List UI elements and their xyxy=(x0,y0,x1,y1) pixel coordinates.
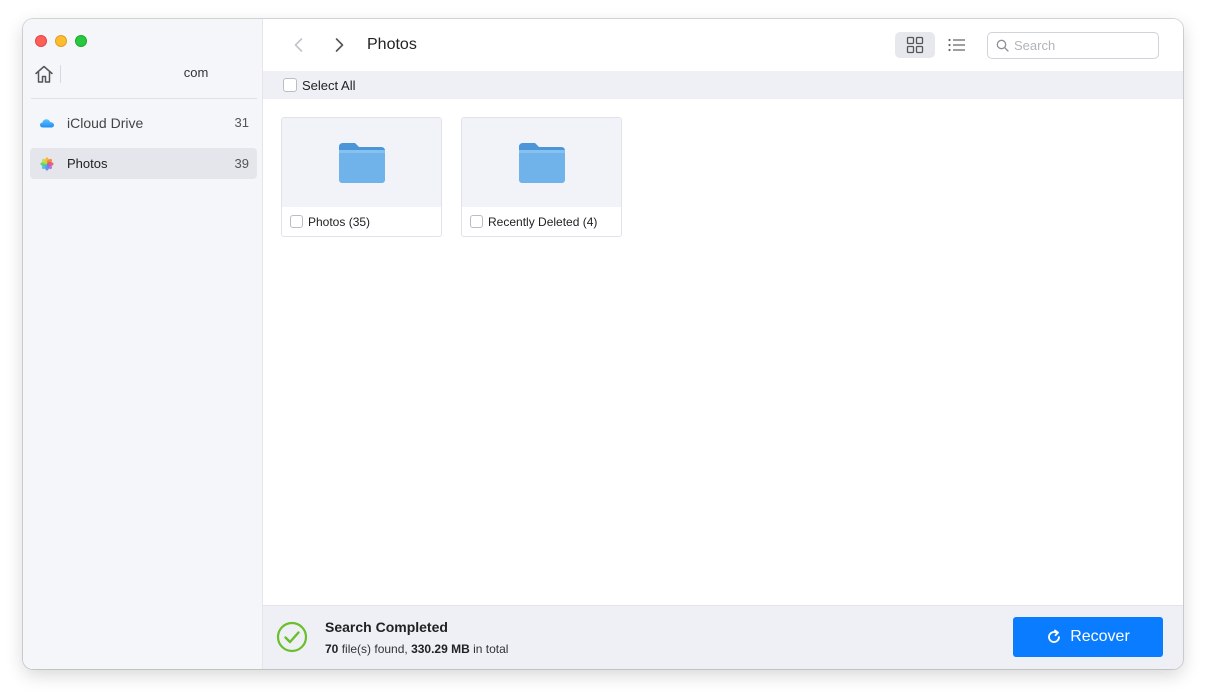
back-chevron-icon[interactable] xyxy=(289,35,309,55)
zoom-button[interactable] xyxy=(75,35,87,47)
sidebar-item-count: 39 xyxy=(234,156,249,171)
minimize-button[interactable] xyxy=(55,35,67,47)
search-box[interactable] xyxy=(987,32,1159,59)
main-panel: Photos Search Select All Photos (35) Rec… xyxy=(263,19,1183,669)
device-row: com xyxy=(23,61,263,97)
status-title: Search Completed xyxy=(325,619,448,635)
folder-card-recently-deleted[interactable]: Recently Deleted (4) xyxy=(461,117,622,237)
status-bar: Search Completed 70 file(s) found, 330.2… xyxy=(263,605,1183,669)
folder-card-photos[interactable]: Photos (35) xyxy=(281,117,442,237)
select-all-checkbox[interactable] xyxy=(283,78,297,92)
folder-checkbox[interactable] xyxy=(290,215,303,228)
files-found-text: file(s) found, xyxy=(338,642,412,656)
window-controls xyxy=(35,35,87,47)
select-bar: Select All xyxy=(263,71,1183,99)
folder-thumbnail xyxy=(462,118,621,207)
folder-icon xyxy=(518,142,565,183)
icloud-icon xyxy=(39,115,55,131)
in-total-text: in total xyxy=(469,642,509,656)
grid-view-button[interactable] xyxy=(895,32,935,58)
sidebar-item-icloud-drive[interactable]: iCloud Drive 31 xyxy=(30,107,257,138)
sidebar-item-label: Photos xyxy=(67,156,108,171)
folder-caption: Recently Deleted (4) xyxy=(462,207,621,236)
check-circle-icon xyxy=(276,621,308,653)
recover-button[interactable]: Recover xyxy=(1013,617,1163,657)
sidebar-item-count: 31 xyxy=(234,115,249,130)
folder-name: Photos (35) xyxy=(308,214,371,229)
folder-icon xyxy=(338,142,385,183)
folder-thumbnail xyxy=(282,118,441,207)
folder-caption: Photos (35) xyxy=(282,207,441,236)
close-button[interactable] xyxy=(35,35,47,47)
app-window: com iCloud Drive 31 Photos 39 Photos Sea… xyxy=(23,19,1183,669)
sidebar: com iCloud Drive 31 Photos 39 xyxy=(23,19,263,669)
folder-name: Recently Deleted (4) xyxy=(488,214,598,229)
toolbar: Photos xyxy=(263,19,1183,71)
file-count: 70 xyxy=(325,642,339,656)
refresh-icon xyxy=(1048,629,1061,643)
sidebar-item-photos[interactable]: Photos 39 xyxy=(30,148,257,179)
search-input[interactable] xyxy=(1014,38,1154,53)
sidebar-divider xyxy=(31,98,257,99)
grid-icon xyxy=(906,36,924,54)
sidebar-item-label: iCloud Drive xyxy=(67,114,144,131)
status-summary: 70 file(s) found, 330.29 MB in total xyxy=(325,642,508,656)
list-icon xyxy=(948,38,965,52)
select-all-label: Select All xyxy=(302,77,356,93)
total-size: 330.29 MB xyxy=(411,642,470,656)
search-icon xyxy=(996,39,1009,52)
folder-grid: Photos (35) Recently Deleted (4) xyxy=(263,99,1183,605)
forward-chevron-icon[interactable] xyxy=(329,35,349,55)
folder-checkbox[interactable] xyxy=(470,215,483,228)
photos-icon xyxy=(39,156,55,172)
recover-button-label: Recover xyxy=(1070,628,1130,645)
page-title: Photos xyxy=(367,36,417,53)
list-view-button[interactable] xyxy=(945,32,969,58)
